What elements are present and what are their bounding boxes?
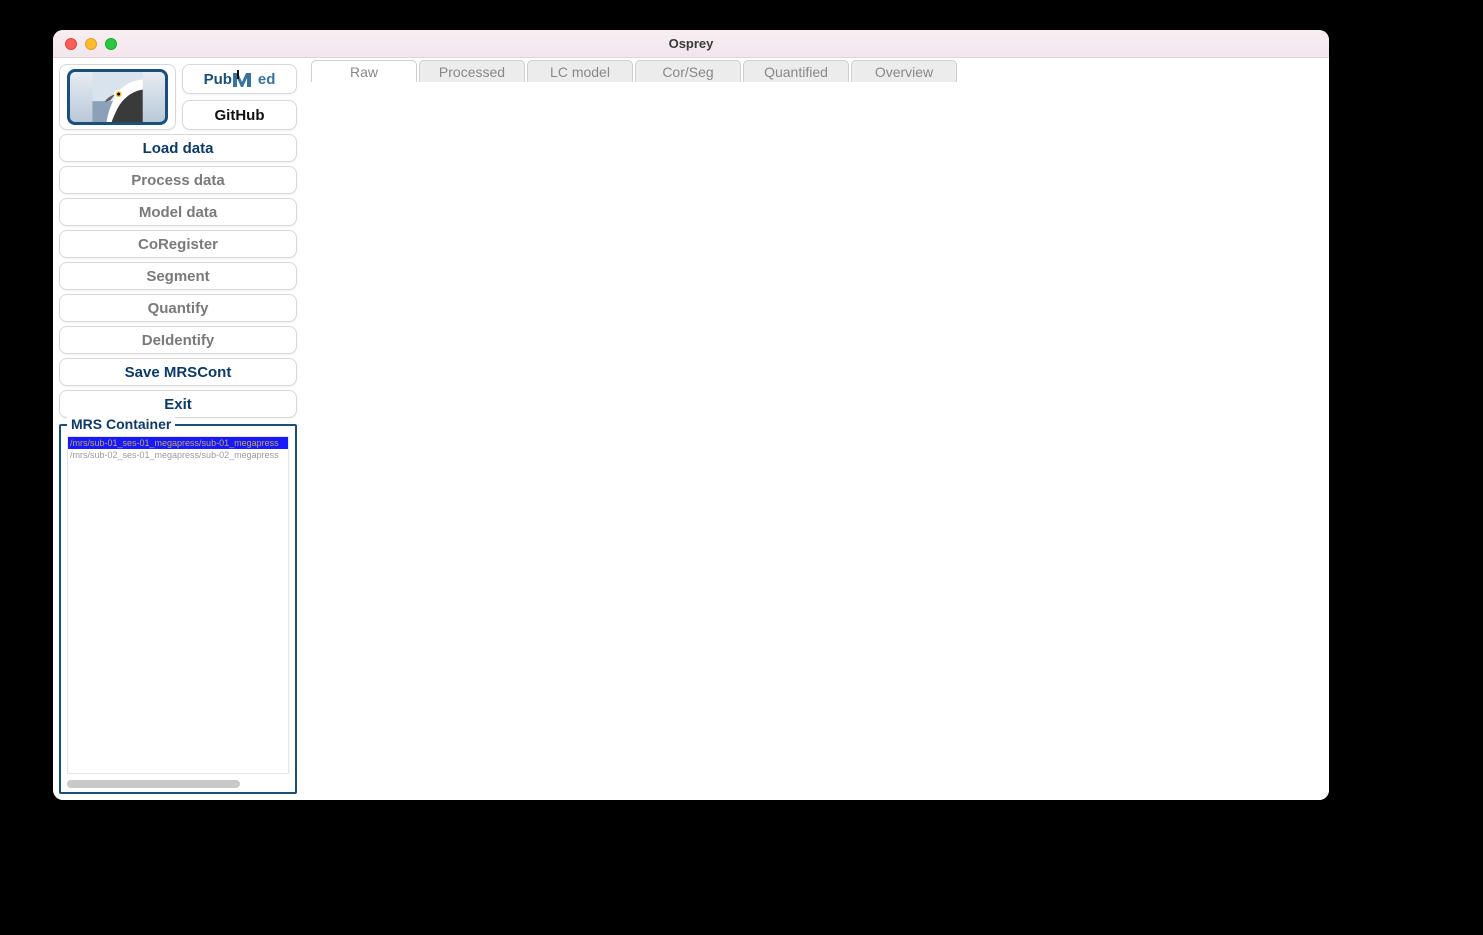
button-label: Quantify [148, 300, 209, 317]
tab-bar: Raw Processed LC model Cor/Seg Quantifie… [311, 60, 957, 82]
window-close-button[interactable] [65, 38, 77, 50]
sidebar-top-row: Pub ed GitHub [59, 64, 297, 130]
segment-button[interactable]: Segment [59, 262, 297, 290]
tab-quantified[interactable]: Quantified [743, 60, 849, 82]
load-data-button[interactable]: Load data [59, 134, 297, 162]
tab-label: Raw [350, 64, 378, 80]
sidebar: Pub ed GitHub Load data [53, 58, 303, 800]
app-logo [59, 64, 176, 130]
tab-overview[interactable]: Overview [851, 60, 957, 82]
main-area: Raw Processed LC model Cor/Seg Quantifie… [303, 58, 1329, 800]
app-window: Osprey [53, 30, 1329, 800]
coregister-button[interactable]: CoRegister [59, 230, 297, 258]
mrs-container-list[interactable]: /mrs/sub-01_ses-01_megapress/sub-01_mega… [67, 436, 289, 774]
tab-corseg[interactable]: Cor/Seg [635, 60, 741, 82]
github-label: GitHub [215, 107, 265, 124]
list-item-label: /mrs/sub-02_ses-01_megapress/sub-02_mega… [70, 450, 279, 460]
button-label: Exit [164, 396, 192, 413]
window-title: Osprey [53, 36, 1329, 51]
tab-label: LC model [550, 64, 610, 80]
tab-processed[interactable]: Processed [419, 60, 525, 82]
titlebar: Osprey [53, 30, 1329, 58]
tab-raw[interactable]: Raw [311, 60, 417, 82]
window-minimize-button[interactable] [85, 38, 97, 50]
button-label: Segment [146, 268, 209, 285]
exit-button[interactable]: Exit [59, 390, 297, 418]
button-label: Model data [139, 204, 217, 221]
window-controls [65, 38, 117, 50]
button-label: DeIdentify [142, 332, 215, 349]
pubmed-icon: Pub ed [204, 70, 276, 88]
pubmed-m-icon [232, 70, 258, 88]
tab-label: Cor/Seg [662, 64, 713, 80]
sidebar-external-links: Pub ed GitHub [182, 64, 297, 130]
button-label: Load data [143, 140, 214, 157]
button-label: CoRegister [138, 236, 218, 253]
tab-label: Quantified [764, 64, 828, 80]
tab-label: Processed [439, 64, 505, 80]
deidentify-button[interactable]: DeIdentify [59, 326, 297, 354]
button-label: Save MRSCont [125, 364, 232, 381]
tab-label: Overview [875, 64, 933, 80]
window-maximize-button[interactable] [105, 38, 117, 50]
pubmed-link[interactable]: Pub ed [182, 64, 297, 94]
list-item-label: /mrs/sub-01_ses-01_megapress/sub-01_mega… [70, 438, 279, 448]
github-link[interactable]: GitHub [182, 100, 297, 130]
model-data-button[interactable]: Model data [59, 198, 297, 226]
list-item[interactable]: /mrs/sub-02_ses-01_megapress/sub-02_mega… [68, 449, 288, 461]
button-label: Process data [131, 172, 224, 189]
mrs-container-legend: MRS Container [67, 416, 175, 432]
list-item[interactable]: /mrs/sub-01_ses-01_megapress/sub-01_mega… [68, 437, 288, 449]
osprey-icon [67, 69, 168, 125]
save-mrscont-button[interactable]: Save MRSCont [59, 358, 297, 386]
window-content: Pub ed GitHub Load data [53, 58, 1329, 800]
quantify-button[interactable]: Quantify [59, 294, 297, 322]
process-data-button[interactable]: Process data [59, 166, 297, 194]
mrs-container-panel: MRS Container /mrs/sub-01_ses-01_megapre… [59, 424, 297, 794]
scrollbar-thumb[interactable] [67, 780, 240, 788]
horizontal-scrollbar[interactable] [67, 780, 289, 788]
tab-lcmodel[interactable]: LC model [527, 60, 633, 82]
